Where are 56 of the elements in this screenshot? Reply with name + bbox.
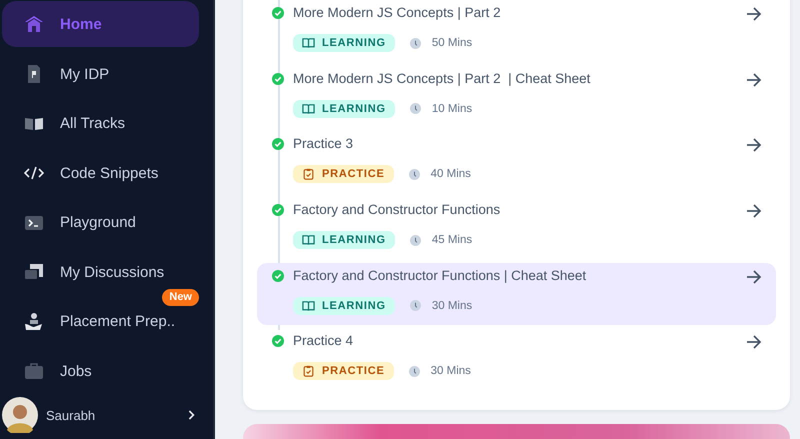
profile-menu[interactable]: Saurabh bbox=[0, 396, 213, 436]
avatar bbox=[2, 397, 38, 433]
person-hand-icon bbox=[24, 312, 44, 332]
chevron-right-icon bbox=[187, 409, 195, 421]
arrow-right-icon bbox=[746, 7, 762, 21]
lesson-item[interactable]: More Modern JS Concepts | Part 2 LEARNING 50 Mins bbox=[257, 0, 776, 62]
clock-icon bbox=[408, 366, 420, 377]
clipboard-check-icon bbox=[302, 365, 315, 378]
clock-icon bbox=[408, 168, 420, 180]
book-icon bbox=[302, 37, 315, 49]
nav-item[interactable]: Jobs bbox=[2, 355, 199, 388]
lesson-title: Practice 4 bbox=[293, 332, 354, 350]
lesson-title: Practice 3 bbox=[293, 135, 354, 154]
tag-label: PRACTICE bbox=[322, 168, 385, 180]
nav-item[interactable]: My IDP bbox=[2, 58, 199, 90]
lesson-title: Factory and Constructor Functions | Cheat Sheet bbox=[293, 266, 588, 285]
lesson-item[interactable]: Factory and Constructor Functions LEARNING 45 Mins bbox=[257, 197, 776, 260]
duration-text: 30 Mins bbox=[430, 365, 471, 378]
arrow-right-icon bbox=[746, 204, 762, 218]
nav-item[interactable]: My Discussions bbox=[2, 256, 199, 288]
clock-icon bbox=[410, 300, 421, 312]
tag-label: PRACTICE bbox=[322, 365, 385, 378]
clipboard-check-icon bbox=[302, 168, 315, 180]
nav-item[interactable]: All Tracks bbox=[2, 108, 199, 140]
lesson-item[interactable]: Practice 3 PRACTICE 40 Mins bbox=[257, 131, 776, 194]
lesson-title: More Modern JS Concepts | Part 2 | Cheat Sheet bbox=[293, 70, 592, 88]
arrow-right-icon bbox=[746, 270, 762, 284]
duration-text: 45 Mins bbox=[432, 234, 472, 246]
briefcase-icon bbox=[24, 361, 44, 382]
tag-label: LEARNING bbox=[322, 234, 386, 246]
nav-item[interactable]: Playground bbox=[2, 206, 199, 239]
book-icon bbox=[302, 234, 315, 246]
book-icon bbox=[302, 300, 315, 312]
duration-text: 50 Mins bbox=[432, 37, 472, 49]
lesson-title: More Modern JS Concepts | Part 2 bbox=[293, 4, 502, 22]
arrow-right-icon bbox=[746, 335, 762, 350]
duration-text: 30 Mins bbox=[432, 300, 472, 312]
duration-text: 40 Mins bbox=[430, 168, 471, 180]
arrow-right-icon bbox=[746, 72, 762, 87]
book-icon bbox=[302, 102, 315, 115]
tag-label: LEARNING bbox=[322, 102, 386, 115]
nav-item[interactable]: Placement Prep.. bbox=[2, 306, 199, 338]
new-badge: New bbox=[162, 288, 199, 306]
lesson-item[interactable]: Factory and Constructor Functions | Cheat Sheet LEARNING 30 Mins bbox=[257, 262, 776, 325]
tag-label: LEARNING bbox=[322, 37, 386, 49]
lesson-item[interactable]: Practice 4 PRACTICE 30 Mins bbox=[257, 328, 776, 390]
tag-label: LEARNING bbox=[322, 300, 386, 312]
clock-icon bbox=[410, 103, 421, 114]
lesson-item[interactable]: More Modern JS Concepts | Part 2 | Cheat Sheet LEARNING 10 Mins bbox=[257, 66, 776, 128]
arrow-right-icon bbox=[746, 138, 762, 152]
nav-item[interactable]: Code Snippets bbox=[2, 157, 199, 190]
clock-icon bbox=[410, 38, 421, 48]
lesson-title: Factory and Constructor Functions bbox=[293, 201, 502, 220]
duration-text: 10 Mins bbox=[432, 102, 472, 115]
clock-icon bbox=[410, 234, 421, 246]
home-icon bbox=[24, 14, 44, 34]
